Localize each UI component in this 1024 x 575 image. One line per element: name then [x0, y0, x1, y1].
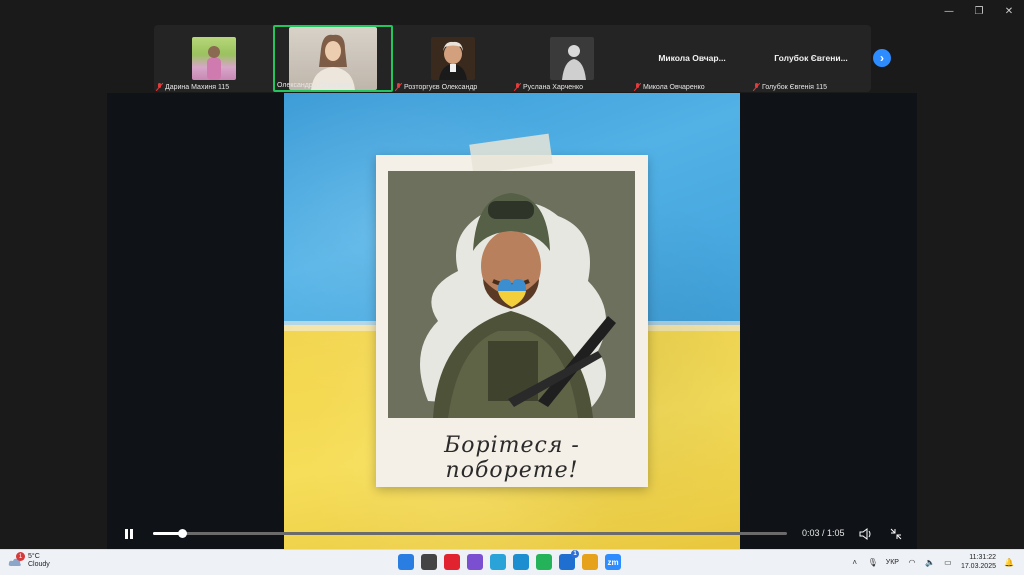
pause-button[interactable] [121, 526, 137, 542]
participant-tile[interactable]: Дарина Махиня 115 [154, 25, 274, 92]
edge-icon[interactable] [513, 554, 529, 570]
video-player-controls: 0:03 / 1:05 [107, 520, 917, 548]
window-controls: — ❐ ✕ [934, 0, 1024, 22]
participant-name: Олександра Погребняк [277, 82, 353, 89]
chevron-up-icon[interactable]: ˄ [850, 557, 860, 567]
participant-label: Дарина Махиня 115 [156, 83, 229, 91]
wifi-icon[interactable]: ◠ [907, 557, 917, 567]
participant-video [431, 37, 475, 80]
participant-name: Микола Овчаренко [643, 83, 705, 91]
participant-label: Голубок Євгенія 115 [753, 83, 827, 91]
whatsapp-icon[interactable] [536, 554, 552, 570]
pause-icon [125, 529, 133, 539]
clock-date: 17.03.2025 [960, 563, 996, 570]
mic-off-icon [156, 83, 163, 91]
zoom-icon[interactable]: zm [605, 554, 621, 570]
participant-name: Руслана Харченко [523, 83, 584, 91]
telegram-store-icon[interactable] [490, 554, 506, 570]
pinned-apps: 1 zm [398, 550, 621, 570]
speaker-icon [859, 528, 871, 540]
participant-strip: Дарина Махиня 115 Олександра Погребняк Р… [154, 25, 891, 92]
outlook-icon[interactable]: 1 [559, 550, 579, 570]
volume-icon[interactable]: 🔈 [925, 557, 935, 567]
app-label: zm [607, 557, 619, 567]
volume-button[interactable] [857, 525, 875, 543]
participant-video [192, 37, 236, 80]
mic-off-icon [514, 83, 521, 91]
participant-tile[interactable]: Голубок Євгени... Голубок Євгенія 115 [751, 25, 871, 92]
weather-widget[interactable]: 1 5°C Cloudy [8, 552, 50, 569]
windows-start-icon[interactable] [398, 554, 414, 570]
app-badge: 1 [571, 550, 579, 558]
microphone-icon[interactable]: 🎙 [868, 557, 878, 567]
participant-label: Олександра Погребняк [277, 82, 352, 89]
restore-button[interactable]: ❐ [964, 0, 994, 22]
zoom-meeting-window: — ❐ ✕ Дарина Махиня 115 Олександра Погре… [0, 0, 1024, 575]
notification-badge: 1 [16, 552, 25, 561]
language-indicator[interactable]: УКР [886, 559, 899, 566]
polaroid-card: Борітеся - поборете! [376, 133, 648, 487]
mic-off-icon [753, 83, 760, 91]
minimize-button[interactable]: — [934, 0, 964, 22]
participant-tile[interactable]: Руслана Харченко [512, 25, 632, 92]
seek-handle[interactable] [178, 529, 188, 538]
weather-text: 5°C Cloudy [28, 553, 50, 569]
participant-label: Розторгуєв Олександр [395, 83, 477, 91]
participant-display-name: Голубок Євгени... [774, 53, 848, 63]
opera-icon[interactable] [444, 554, 460, 570]
battery-icon[interactable]: ▭ [943, 557, 953, 567]
seek-bar[interactable] [153, 529, 787, 538]
windows-taskbar: 1 5°C Cloudy 1 zm ˄ 🎙 УКР ◠ 🔈 ▭ 11:31:22 … [0, 549, 1024, 575]
participant-tile[interactable]: Розторгуєв Олександр [393, 25, 513, 92]
clock-time: 11:31:22 [969, 554, 996, 561]
mic-off-icon [395, 83, 402, 91]
participant-video [550, 37, 594, 80]
exit-fullscreen-button[interactable] [887, 525, 905, 543]
close-button[interactable]: ✕ [994, 0, 1024, 22]
file-explorer-icon[interactable] [421, 554, 437, 570]
viber-icon[interactable] [467, 554, 483, 570]
participant-name: Дарина Махиня 115 [165, 83, 230, 91]
participant-label: Руслана Харченко [514, 83, 583, 91]
participant-name: Розторгуєв Олександр [404, 83, 478, 91]
mic-off-icon [634, 83, 641, 91]
collapse-icon [890, 528, 902, 540]
cloud-icon: 1 [8, 552, 25, 567]
weather-desc: Cloudy [28, 561, 50, 568]
participant-tile[interactable]: Микола Овчар... Микола Овчаренко [632, 25, 752, 92]
maps-icon[interactable] [582, 554, 598, 570]
playback-time: 0:03 / 1:05 [802, 528, 845, 538]
poster-caption: Борітеся - поборете! [444, 433, 580, 483]
participant-tile-active[interactable]: Олександра Погребняк [273, 25, 393, 92]
next-page-button[interactable]: › [873, 49, 891, 67]
shared-video-stage[interactable]: Борітеся - поборете! [107, 93, 917, 549]
system-tray: ˄ 🎙 УКР ◠ 🔈 ▭ 11:31:22 17.03.2025 🔔 [850, 553, 1014, 571]
participant-video [289, 27, 377, 90]
clock[interactable]: 11:31:22 17.03.2025 [961, 553, 996, 571]
soldier-illustration [388, 171, 635, 418]
video-frame: Борітеся - поборете! [284, 93, 740, 549]
notifications-icon[interactable]: 🔔 [1004, 557, 1014, 567]
participant-name: Голубок Євгенія 115 [762, 83, 827, 91]
participant-display-name: Микола Овчар... [658, 53, 726, 63]
chevron-right-icon: › [880, 51, 884, 65]
weather-temp: 5°C [28, 553, 40, 560]
participant-label: Микола Овчаренко [634, 83, 705, 91]
